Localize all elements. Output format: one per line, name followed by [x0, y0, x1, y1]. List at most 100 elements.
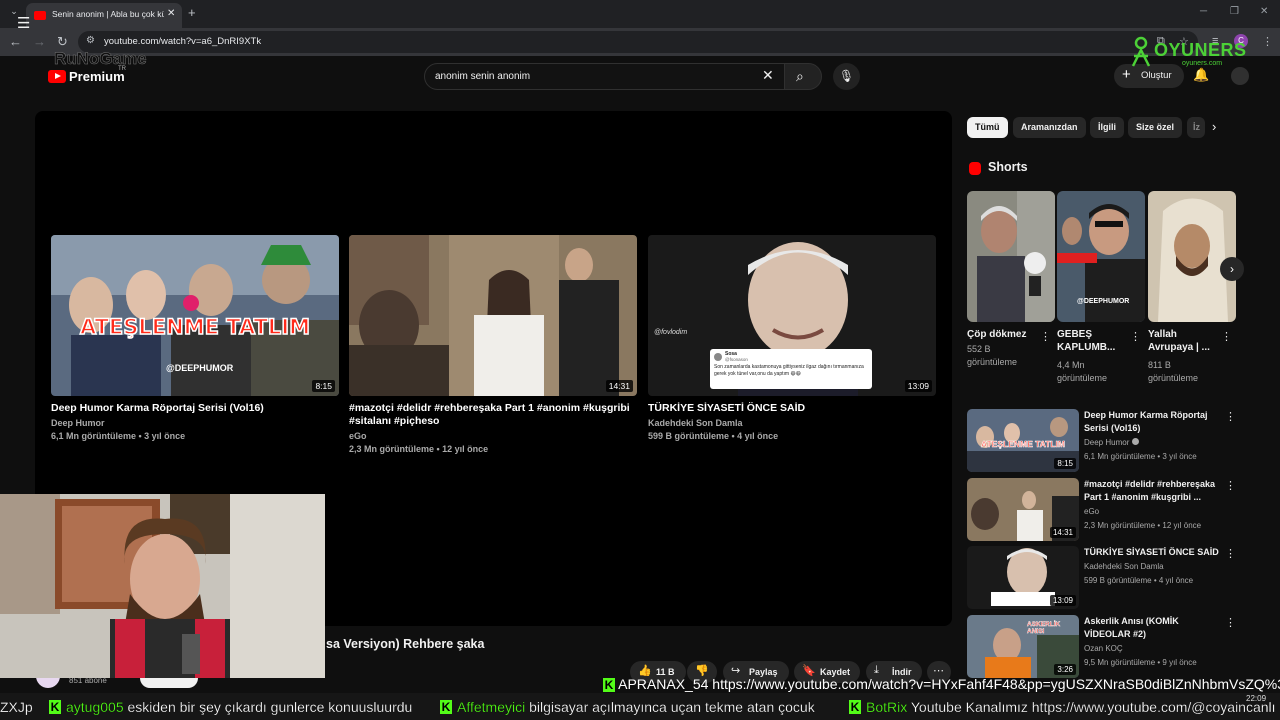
chip-next-chevron-icon[interactable]: › [1212, 119, 1216, 134]
oyuners-text: OYUNERS [1154, 40, 1247, 60]
rec-menu-kebab-icon[interactable]: ⋮ [1225, 410, 1236, 423]
premium-logo-text[interactable]: Premium [69, 69, 125, 84]
rec-menu-kebab-icon[interactable]: ⋮ [1225, 479, 1236, 492]
address-bar[interactable]: ⚙ youtube.com/watch?v=a6_DnRI9XTk [78, 31, 1198, 53]
duration-badge: 14:31 [605, 380, 633, 392]
back-icon[interactable]: ← [9, 34, 22, 49]
endscreen-title[interactable]: TÜRKİYE SİYASETİ ÖNCE SAİD [648, 402, 936, 415]
rec-item[interactable]: 13:09 TÜRKİYE SİYASETİ ÖNCE SAİD Kadehde… [967, 546, 1237, 610]
browser-tab[interactable]: Senin anonim | Abla bu çok kü ✕ [26, 3, 182, 28]
endscreen-channel[interactable]: eGo [349, 430, 637, 443]
tweet-text: Son zamanlarda kastamonuya gittiyseniz i… [714, 364, 864, 377]
rec-menu-kebab-icon[interactable]: ⋮ [1225, 616, 1236, 629]
endscreen-thumbnail[interactable]: @fovlodim Sosa @fsonason Son zamanlarda … [648, 235, 936, 396]
forward-icon[interactable]: → [33, 34, 46, 49]
short-menu-kebab-icon[interactable]: ⋮ [1130, 330, 1141, 343]
close-window-icon[interactable]: ✕ [1260, 6, 1268, 17]
rec-caption: ASKERLİK ANISI [1027, 621, 1061, 635]
rec-title[interactable]: TÜRKİYE SİYASETİ ÖNCE SAİD [1084, 546, 1224, 559]
search-value: anonim senin anonim [435, 71, 531, 82]
shorts-heading: Shorts [988, 160, 1028, 174]
short-title[interactable]: Çöp dökmez [967, 328, 1041, 341]
rec-meta: 6,1 Mn görüntüleme • 3 yıl önce [1084, 452, 1197, 461]
rec-thumbnail[interactable]: ATEŞLENME TATLIM 8:15 [967, 409, 1079, 472]
hamburger-menu-icon[interactable]: ☰ [17, 14, 30, 32]
ticker-text: Youtube Kanalımız https://www.youtube.co… [910, 699, 1276, 715]
chip-all[interactable]: Tümü [967, 117, 1008, 138]
rec-meta: 9,5 Mn görüntüleme • 9 yıl önce [1084, 658, 1197, 667]
endscreen-channel[interactable]: Deep Humor [51, 417, 339, 430]
endscreen-info: Deep Humor Karma Röportaj Serisi (Vol16)… [51, 402, 339, 443]
clear-search-icon[interactable]: ✕ [762, 67, 774, 84]
chat-text: https://www.youtube.com/watch?v=HYxFahf4… [712, 676, 1280, 692]
endscreen-title[interactable]: #mazotçi #delidr #rehbereşaka Part 1 #an… [349, 402, 637, 428]
new-tab-icon[interactable]: + [188, 5, 196, 20]
rec-channel[interactable]: eGo [1084, 507, 1099, 516]
rec-item[interactable]: ATEŞLENME TATLIM 8:15 Deep Humor Karma R… [967, 409, 1237, 473]
oyuners-figure-icon [1131, 36, 1151, 67]
ticker-text: eskiden bir şey çıkardı gunlerce konuusl… [127, 699, 413, 715]
thumbnail-art [349, 235, 637, 396]
rec-channel[interactable]: Ozan KOÇ [1084, 644, 1123, 653]
short-thumbnail[interactable] [1148, 191, 1236, 322]
rec-thumbnail[interactable]: 13:09 [967, 546, 1079, 609]
search-button[interactable]: ⌕ [784, 63, 822, 90]
youtube-logo-icon[interactable] [48, 70, 66, 83]
endscreen-card-3[interactable]: @fovlodim Sosa @fsonason Son zamanlarda … [648, 235, 936, 441]
rec-meta: 2,3 Mn görüntüleme • 12 yıl önce [1084, 521, 1202, 530]
short-thumbnail[interactable]: @DEEPHUMOR [1057, 191, 1145, 322]
rec-meta: 599 B görüntüleme • 4 yıl önce [1084, 576, 1194, 585]
short-thumbnail[interactable] [967, 191, 1055, 322]
rec-title[interactable]: Askerlik Anısı (KOMİK VİDEOLAR #2) [1084, 615, 1224, 641]
rec-menu-kebab-icon[interactable]: ⋮ [1225, 547, 1236, 560]
short-art [1148, 191, 1236, 322]
runogame-overlay-logo: RuNoGame [54, 49, 147, 69]
endscreen-thumbnail[interactable]: ATEŞLENME TATLIM @DEEPHUMOR 8:15 [51, 235, 339, 396]
chip-for-you[interactable]: Size özel [1128, 117, 1183, 138]
rec-thumbnail[interactable]: 14:31 [967, 478, 1079, 541]
short-art [967, 191, 1055, 322]
webcam-feed [0, 494, 325, 678]
rec-channel[interactable]: Kadehdeki Son Damla [1084, 562, 1164, 571]
rec-title[interactable]: #mazotçi #delidr #rehbereşaka Part 1 #an… [1084, 478, 1224, 504]
shorts-next-chevron-icon[interactable]: › [1220, 257, 1244, 281]
rec-channel-name: Deep Humor [1084, 438, 1130, 447]
endscreen-channel[interactable]: Kadehdeki Son Damla [648, 417, 936, 430]
restore-icon[interactable]: ❐ [1230, 6, 1239, 17]
rec-item[interactable]: 14:31 #mazotçi #delidr #rehbereşaka Part… [967, 478, 1237, 542]
short-menu-kebab-icon[interactable]: ⋮ [1040, 330, 1051, 343]
rec-title[interactable]: Deep Humor Karma Röportaj Serisi (Vol16) [1084, 409, 1224, 435]
voice-search-icon[interactable]: 🎙 [833, 63, 860, 90]
kick-icon: K [849, 700, 861, 714]
search-input[interactable]: anonim senin anonim [424, 63, 785, 90]
endscreen-meta: 599 B görüntüleme • 4 yıl önce [648, 431, 779, 441]
short-watermark: @DEEPHUMOR [1077, 298, 1130, 305]
rec-item[interactable]: ASKERLİK ANISI 3:26 Askerlik Anısı (KOMİ… [967, 615, 1237, 679]
short-title[interactable]: Yallah Avrupaya | ... [1148, 328, 1222, 354]
short-menu-kebab-icon[interactable]: ⋮ [1221, 330, 1232, 343]
reload-icon[interactable]: ↻ [57, 34, 68, 50]
chat-username: APRANAX_54 [618, 676, 709, 692]
short-title[interactable]: GEBEŞ KAPLUMB... [1057, 328, 1131, 354]
endscreen-card-2[interactable]: 14:31 #mazotçi #delidr #rehbereşaka Part… [349, 235, 637, 454]
youtube-favicon-icon [34, 11, 46, 20]
minimize-icon[interactable]: ─ [1200, 6, 1207, 17]
endscreen-thumbnail[interactable]: 14:31 [349, 235, 637, 396]
search-icon: ⌕ [796, 68, 804, 84]
chip-related[interactable]: İlgili [1090, 117, 1124, 138]
kick-icon: K [440, 700, 452, 714]
chip-from-search[interactable]: Aramanızdan [1013, 117, 1086, 138]
kick-icon: K [603, 678, 615, 692]
endscreen-title[interactable]: Deep Humor Karma Röportaj Serisi (Vol16) [51, 402, 339, 415]
rec-thumbnail[interactable]: ASKERLİK ANISI 3:26 [967, 615, 1079, 678]
endscreen-card-1[interactable]: ATEŞLENME TATLIM @DEEPHUMOR 8:15 Deep Hu… [51, 235, 339, 441]
tab-close-icon[interactable]: ✕ [167, 8, 175, 19]
site-info-icon[interactable]: ⚙ [86, 35, 95, 46]
ticker-fragment: ZXJp [0, 699, 33, 715]
short-item[interactable]: Yallah Avrupaya | ... 811 B görüntüleme … [1148, 191, 1236, 383]
short-views: 4,4 Mn görüntüleme [1057, 360, 1108, 383]
short-item[interactable]: @DEEPHUMOR GEBEŞ KAPLUMB... 4,4 Mn görün… [1057, 191, 1145, 383]
short-item[interactable]: Çöp dökmez 552 B görüntüleme ⋮ [967, 191, 1055, 367]
chip-partial[interactable]: İz [1187, 117, 1205, 138]
rec-channel[interactable]: Deep Humor [1084, 438, 1139, 447]
